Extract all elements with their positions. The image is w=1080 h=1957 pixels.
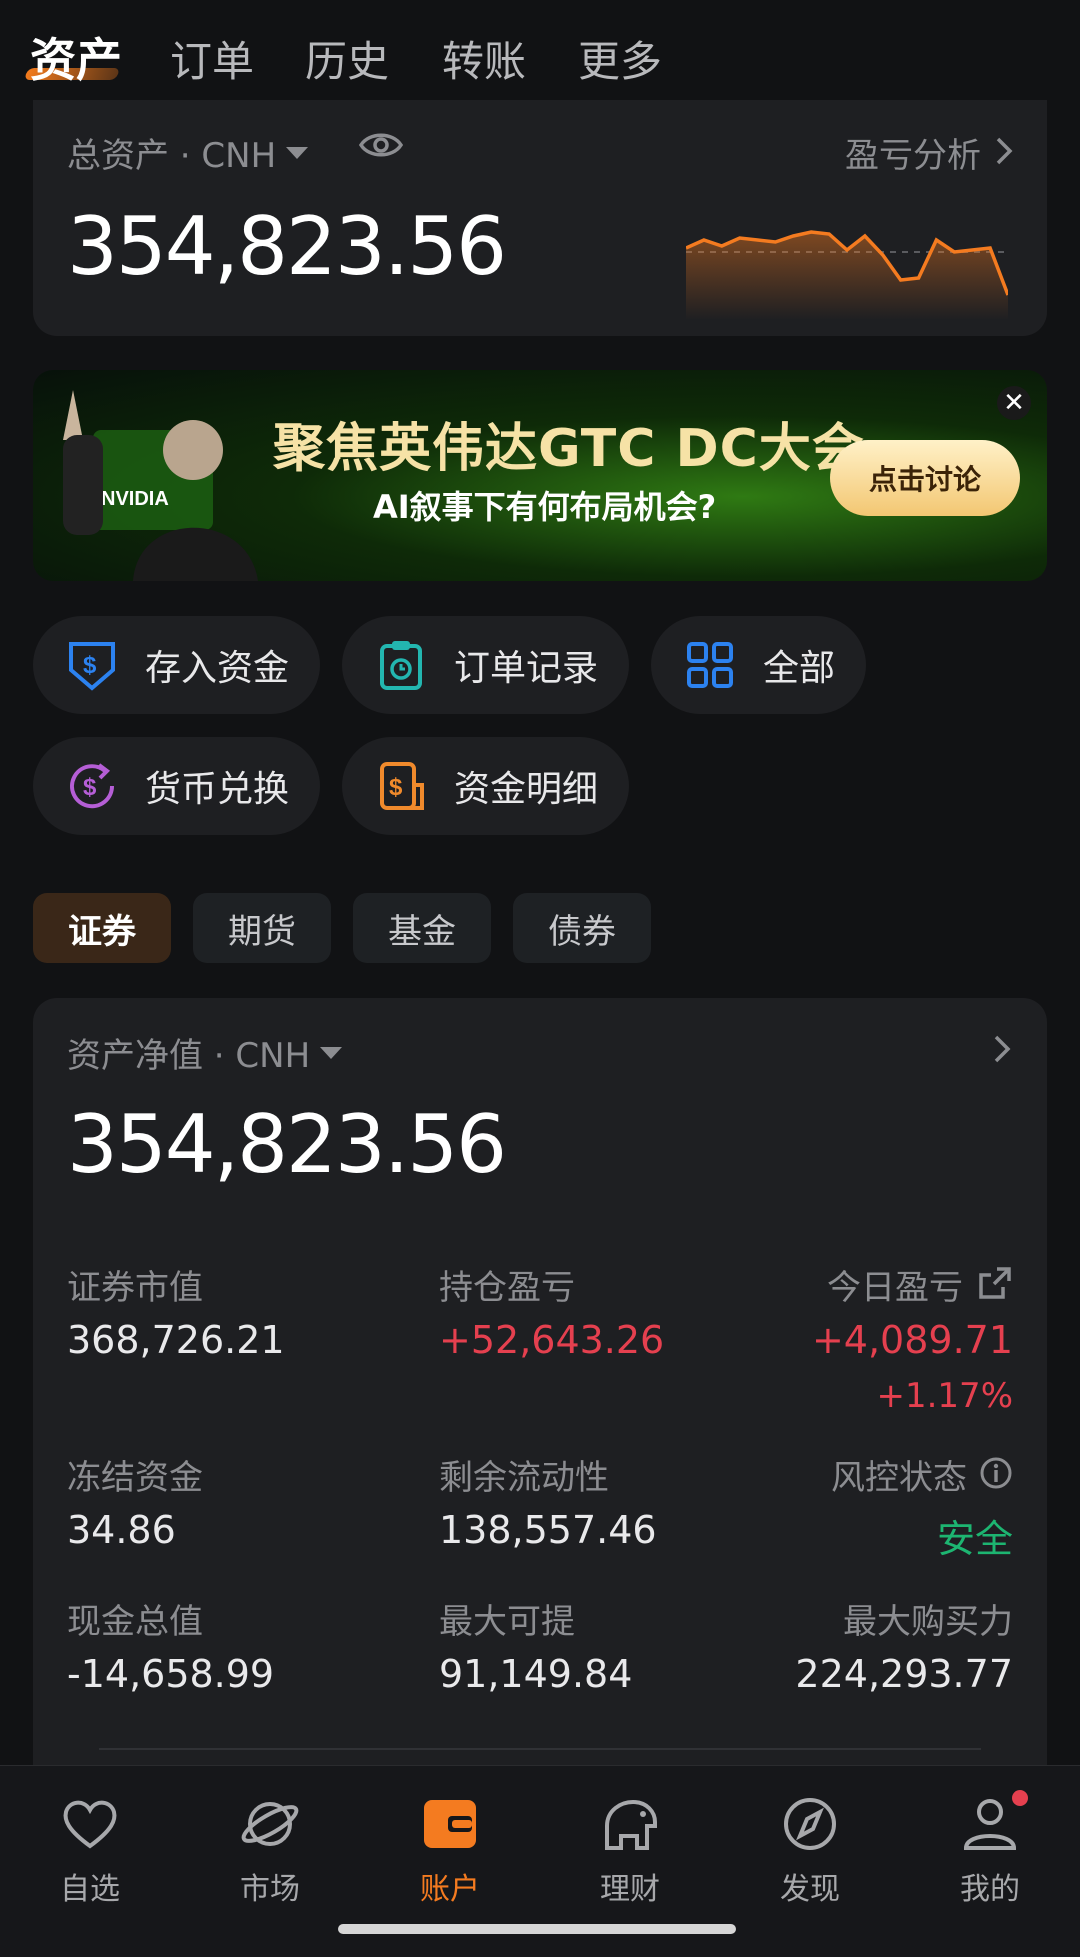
asset-trend-sparkline[interactable] bbox=[686, 190, 1008, 320]
info-icon[interactable] bbox=[979, 1456, 1013, 1494]
fund-details-label: 资金明细 bbox=[454, 769, 599, 810]
grid-icon bbox=[683, 638, 737, 692]
banner-discuss-button[interactable]: 点击讨论 bbox=[830, 440, 1020, 516]
max-buying-power-label: 最大购买力 bbox=[843, 1602, 1013, 1642]
net-assets-label: 资产净值 · CNH bbox=[67, 1036, 311, 1076]
segment-bonds[interactable]: 债券 bbox=[513, 893, 651, 963]
net-assets-card: 资产净值 · CNH 354,823.56 证券市值 368,726.21 持仓… bbox=[33, 998, 1047, 1798]
position-pnl-label: 持仓盈亏 bbox=[439, 1268, 575, 1308]
banner-subtitle: AI叙事下有何布局机会? bbox=[373, 488, 717, 526]
deposit-funds-label: 存入资金 bbox=[145, 648, 290, 689]
remaining-liquidity-label: 剩余流动性 bbox=[439, 1458, 609, 1498]
nav-watchlist[interactable]: 自选 bbox=[30, 1796, 150, 1908]
segment-funds[interactable]: 基金 bbox=[353, 893, 491, 963]
clipboard-clock-icon bbox=[374, 638, 428, 692]
nvidia-logo-text: NVIDIA bbox=[101, 488, 169, 510]
all-functions-button[interactable]: 全部 bbox=[651, 616, 866, 714]
nav-wealth[interactable]: 理财 bbox=[570, 1796, 690, 1908]
svg-text:$: $ bbox=[83, 652, 97, 679]
today-pnl-percent: +1.17% bbox=[876, 1376, 1014, 1416]
tab-transfer[interactable]: 转账 bbox=[442, 28, 526, 89]
compass-icon bbox=[780, 1796, 840, 1856]
nav-wealth-label: 理财 bbox=[600, 1872, 660, 1907]
nav-market-label: 市场 bbox=[240, 1872, 300, 1907]
banner-close-icon[interactable]: ✕ bbox=[997, 386, 1031, 420]
order-records-label: 订单记录 bbox=[454, 648, 599, 689]
caret-down-icon bbox=[286, 146, 309, 159]
segment-securities[interactable]: 证券 bbox=[33, 893, 171, 963]
frozen-funds-value: 34.86 bbox=[67, 1508, 176, 1552]
nav-watchlist-label: 自选 bbox=[60, 1872, 120, 1907]
segment-futures[interactable]: 期货 bbox=[193, 893, 331, 963]
max-withdrawable-value: 91,149.84 bbox=[439, 1652, 633, 1696]
deposit-shield-icon: $ bbox=[65, 638, 119, 692]
chevron-right-icon bbox=[995, 136, 1013, 170]
banner-person-illustration: NVIDIA bbox=[43, 380, 263, 581]
risk-status-header[interactable]: 风控状态 bbox=[831, 1450, 1013, 1499]
svg-text:$: $ bbox=[389, 774, 403, 801]
wallet-icon bbox=[420, 1796, 480, 1856]
total-assets-label: 总资产 · CNH bbox=[67, 136, 277, 176]
nav-account-label: 账户 bbox=[420, 1872, 480, 1907]
currency-exchange-label: 货币兑换 bbox=[145, 769, 290, 810]
max-withdrawable-label: 最大可提 bbox=[439, 1602, 575, 1642]
position-pnl-value: +52,643.26 bbox=[439, 1318, 665, 1362]
notification-dot bbox=[1012, 1790, 1028, 1806]
net-assets-chevron-right-icon[interactable] bbox=[993, 1034, 1011, 1068]
nav-account[interactable]: 账户 bbox=[390, 1796, 510, 1908]
nav-market[interactable]: 市场 bbox=[210, 1796, 330, 1908]
pnl-analysis-label: 盈亏分析 bbox=[845, 136, 981, 176]
share-icon[interactable] bbox=[977, 1265, 1013, 1305]
divider bbox=[99, 1748, 981, 1750]
fund-details-button[interactable]: $ 资金明细 bbox=[342, 737, 629, 835]
all-functions-label: 全部 bbox=[763, 648, 836, 689]
tab-orders[interactable]: 订单 bbox=[170, 28, 254, 89]
heart-icon bbox=[60, 1796, 120, 1856]
net-assets-currency-selector[interactable]: 资产净值 · CNH bbox=[67, 1028, 343, 1077]
total-assets-currency-selector[interactable]: 总资产 · CNH bbox=[67, 128, 309, 177]
securities-market-value-label: 证券市值 bbox=[67, 1268, 203, 1308]
total-assets-value: 354,823.56 bbox=[67, 200, 507, 293]
caret-down-icon bbox=[320, 1046, 343, 1059]
today-pnl-label: 今日盈亏 bbox=[827, 1268, 963, 1308]
risk-status-value: 安全 bbox=[936, 1517, 1013, 1561]
eye-icon[interactable] bbox=[358, 128, 404, 166]
user-icon bbox=[960, 1790, 1028, 1856]
currency-exchange-button[interactable]: $ 货币兑换 bbox=[33, 737, 320, 835]
max-buying-power-value: 224,293.77 bbox=[795, 1652, 1013, 1696]
piggy-bank-icon bbox=[597, 1796, 663, 1856]
home-indicator bbox=[338, 1924, 736, 1934]
net-assets-value: 354,823.56 bbox=[67, 1098, 507, 1191]
nav-discover-label: 发现 bbox=[780, 1872, 840, 1907]
nav-discover[interactable]: 发现 bbox=[750, 1796, 870, 1908]
fund-detail-icon: $ bbox=[374, 759, 428, 813]
total-cash-value: -14,658.99 bbox=[67, 1652, 275, 1696]
currency-exchange-icon: $ bbox=[65, 759, 119, 813]
tab-assets[interactable]: 资产 bbox=[30, 24, 122, 90]
today-pnl-value: +4,089.71 bbox=[811, 1318, 1013, 1362]
remaining-liquidity-value: 138,557.46 bbox=[439, 1508, 657, 1552]
tab-more[interactable]: 更多 bbox=[578, 28, 662, 89]
order-records-button[interactable]: 订单记录 bbox=[342, 616, 629, 714]
sparkline-area bbox=[686, 232, 1008, 320]
frozen-funds-label: 冻结资金 bbox=[67, 1458, 203, 1498]
tab-history[interactable]: 历史 bbox=[305, 28, 389, 89]
planet-icon bbox=[240, 1796, 300, 1856]
securities-market-value: 368,726.21 bbox=[67, 1318, 285, 1362]
today-pnl-header[interactable]: 今日盈亏 bbox=[827, 1260, 1013, 1309]
risk-status-label: 风控状态 bbox=[831, 1458, 967, 1498]
promo-banner[interactable]: NVIDIA 聚焦英伟达GTC DC大会 AI叙事下有何布局机会? 点击讨论 ✕ bbox=[33, 370, 1047, 581]
banner-title: 聚焦英伟达GTC DC大会 bbox=[273, 419, 865, 479]
total-assets-card: 总资产 · CNH 盈亏分析 354,823.56 bbox=[33, 100, 1047, 336]
pnl-analysis-link[interactable]: 盈亏分析 bbox=[845, 128, 1013, 177]
nav-profile-label: 我的 bbox=[960, 1872, 1020, 1907]
nav-profile[interactable]: 我的 bbox=[930, 1790, 1050, 1908]
deposit-funds-button[interactable]: $ 存入资金 bbox=[33, 616, 320, 714]
svg-text:$: $ bbox=[83, 774, 97, 801]
total-cash-label: 现金总值 bbox=[67, 1602, 203, 1642]
